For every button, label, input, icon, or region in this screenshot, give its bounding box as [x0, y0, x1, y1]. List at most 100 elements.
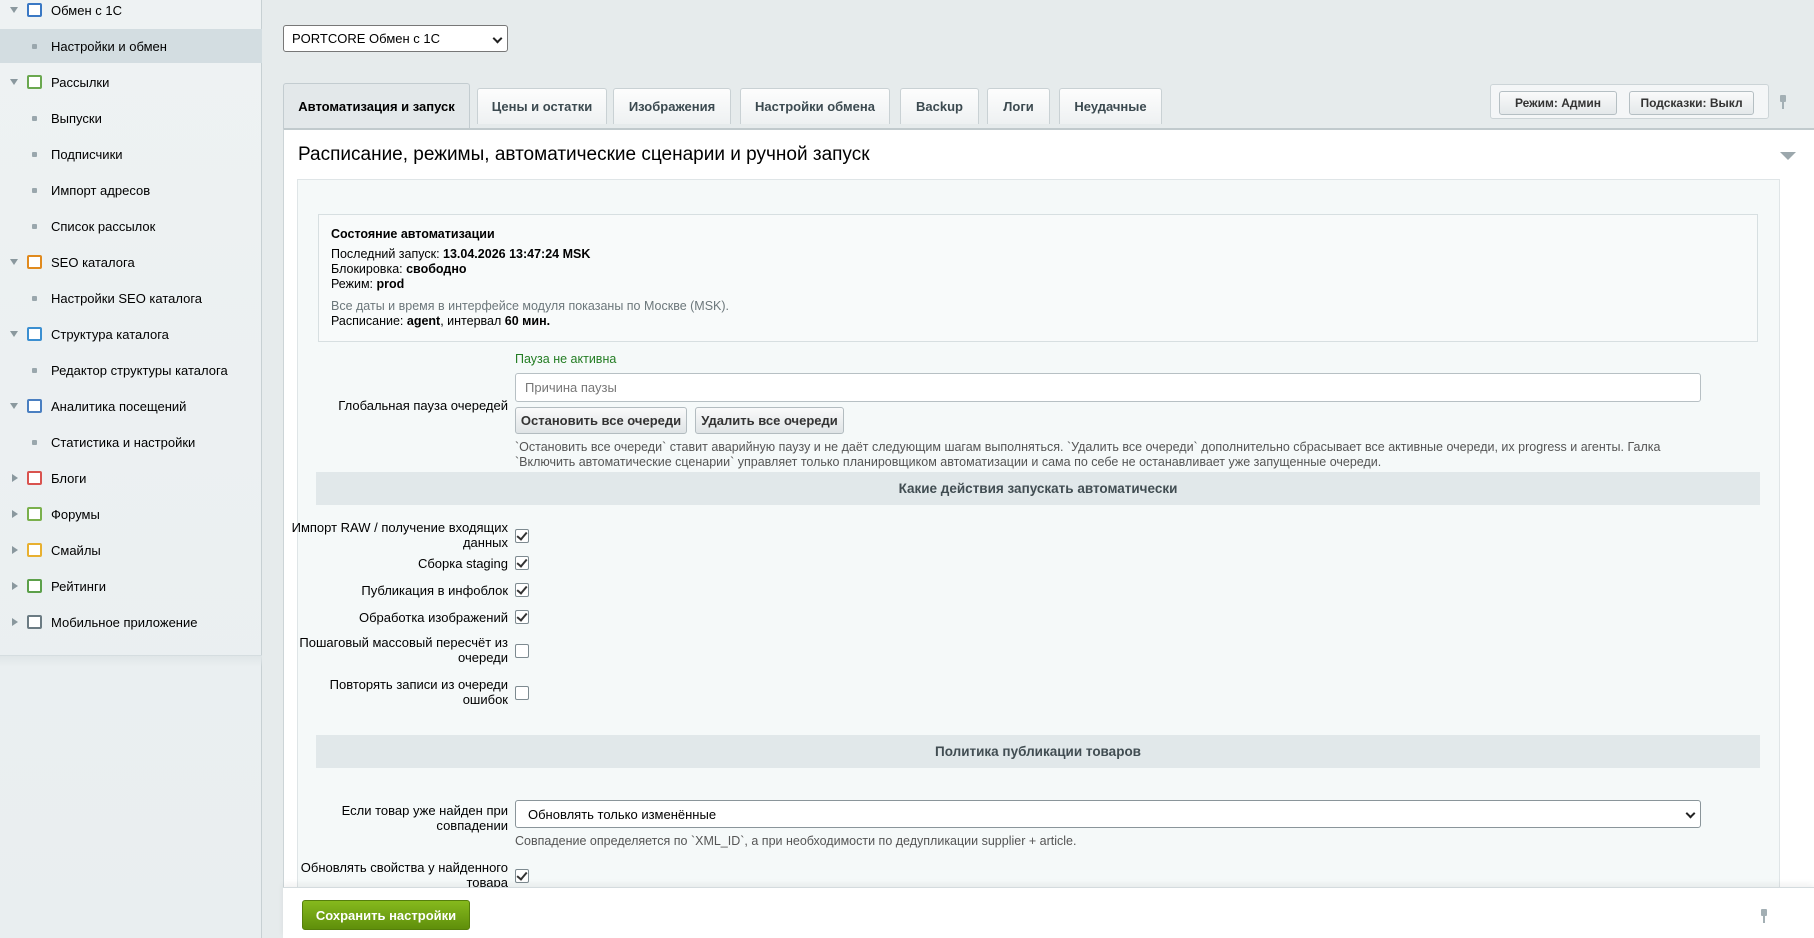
analytics-icon	[27, 399, 42, 413]
auto-retry-checkbox[interactable]	[515, 686, 529, 700]
lock-value: свободно	[406, 262, 467, 276]
expand-down-icon[interactable]	[10, 259, 18, 265]
status-title: Состояние автоматизации	[331, 227, 495, 241]
sidebar-item-label: Список рассылок	[51, 218, 156, 234]
schedule-label: Расписание:	[331, 314, 407, 328]
sidebar-item[interactable]: Статистика и настройки	[0, 425, 262, 459]
sidebar-item[interactable]: Рейтинги	[0, 569, 262, 603]
sidebar-item-label: Редактор структуры каталога	[51, 362, 228, 378]
bullet-icon	[32, 224, 37, 229]
status-schedule: Расписание: agent, интервал 60 мин.	[331, 314, 550, 328]
mode-label: Режим:	[331, 277, 377, 291]
expand-right-icon[interactable]	[12, 474, 18, 482]
sidebar-item[interactable]: Смайлы	[0, 533, 262, 567]
auto-retry-label: Повторять записи из очереди ошибок	[329, 677, 508, 707]
delete-all-queues-button[interactable]: Удалить все очереди	[695, 407, 844, 434]
sidebar-item-label: Настройки и обмен	[51, 38, 167, 54]
collapse-icon[interactable]	[1780, 152, 1796, 160]
bullet-icon	[32, 368, 37, 373]
sidebar-item[interactable]: Рассылки	[0, 65, 262, 99]
auto-staging-label: Сборка staging	[417, 556, 508, 571]
sidebar-item[interactable]: Настройки SEO каталога	[0, 281, 262, 315]
expand-right-icon[interactable]	[12, 582, 18, 590]
auto-publish-checkbox[interactable]	[515, 583, 529, 597]
expand-right-icon[interactable]	[12, 618, 18, 626]
sidebar-item[interactable]: Обмен с 1С	[0, 0, 262, 27]
pause-note-line-2: `Включить автоматические сценарии` управ…	[515, 455, 1382, 469]
profile-select[interactable]: PORTCORE Обмен с 1С	[283, 25, 508, 52]
tab-automation[interactable]: Автоматизация и запуск	[283, 83, 470, 129]
found-item-select[interactable]: Обновлять только изменённые	[515, 800, 1701, 828]
hints-toggle-button[interactable]: Подсказки: Выкл	[1629, 91, 1754, 115]
sidebar-item-label: Статистика и настройки	[51, 434, 196, 450]
main-area: PORTCORE Обмен с 1С Автоматизация и запу…	[263, 0, 1814, 938]
sidebar-item[interactable]: Мобильное приложение	[0, 605, 262, 639]
sidebar-item[interactable]: Выпуски	[0, 101, 262, 135]
sidebar-item[interactable]: Структура каталога	[0, 317, 262, 351]
pause-state: Пауза не активна	[515, 352, 617, 366]
expand-down-icon[interactable]	[10, 79, 18, 85]
sidebar-item[interactable]: Аналитика посещений	[0, 389, 262, 423]
forum-icon	[27, 507, 42, 521]
sidebar-item-label: Настройки SEO каталога	[51, 290, 203, 306]
sidebar-item-label: Подписчики	[51, 146, 123, 162]
pause-reason-placeholder: Причина паузы	[525, 380, 617, 395]
mode-admin-button[interactable]: Режим: Админ	[1499, 91, 1617, 115]
sidebar-item[interactable]: Блоги	[0, 461, 262, 495]
stop-all-queues-button[interactable]: Остановить все очереди	[515, 407, 687, 434]
tab-images[interactable]: Изображения	[613, 88, 731, 124]
update-props-label: Обновлять свойства у найденного товара	[300, 860, 508, 890]
structure-icon	[27, 327, 42, 341]
auto-images-checkbox[interactable]	[515, 610, 529, 624]
save-settings-button[interactable]: Сохранить настройки	[302, 900, 470, 930]
sidebar-item[interactable]: Импорт адресов	[0, 173, 262, 207]
expand-down-icon[interactable]	[10, 403, 18, 409]
expand-right-icon[interactable]	[12, 546, 18, 554]
sidebar-item[interactable]: Настройки и обмен	[0, 29, 262, 63]
tab-backup[interactable]: Backup	[900, 88, 979, 124]
schedule-interval: 60 мин.	[504, 314, 551, 328]
update-props-checkbox[interactable]	[515, 869, 529, 883]
tab-failed[interactable]: Неудачные	[1059, 88, 1162, 124]
pause-reason-input[interactable]: Причина паузы	[515, 373, 1701, 402]
schedule-agent: agent	[406, 314, 441, 328]
automation-status-box: Состояние автоматизации Последний запуск…	[318, 214, 1758, 342]
sidebar-item[interactable]: SEO каталога	[0, 245, 262, 279]
sidebar-item[interactable]: Список рассылок	[0, 209, 262, 243]
footer-pin-icon[interactable]	[1758, 909, 1770, 923]
auto-staging-checkbox[interactable]	[515, 556, 529, 570]
sidebar-item-label: Форумы	[51, 506, 100, 522]
status-mode: Режим: prod	[331, 277, 404, 291]
auto-recalc-checkbox[interactable]	[515, 644, 529, 658]
sidebar-item[interactable]: Подписчики	[0, 137, 262, 171]
schedule-mid: , интервал	[440, 314, 505, 328]
last-run-value: 13.04.2026 13:47:24 MSK	[443, 247, 591, 261]
sidebar-item-label: Структура каталога	[51, 326, 169, 342]
publish-policy-heading: Политика публикации товаров	[316, 735, 1760, 768]
seo-search-icon	[27, 255, 42, 269]
expand-down-icon[interactable]	[10, 331, 18, 337]
panel-title: Расписание, режимы, автоматические сцена…	[298, 144, 870, 165]
blog-icon	[27, 471, 42, 485]
bullet-icon	[32, 116, 37, 121]
bullet-icon	[32, 188, 37, 193]
expand-down-icon[interactable]	[10, 7, 18, 13]
sidebar-item-label: Рейтинги	[51, 578, 106, 594]
expand-right-icon[interactable]	[12, 510, 18, 518]
tab-logs[interactable]: Логи	[987, 88, 1050, 124]
sidebar-item[interactable]: Форумы	[0, 497, 262, 531]
tab-exchange-settings[interactable]: Настройки обмена	[740, 88, 890, 124]
sidebar-item[interactable]: Редактор структуры каталога	[0, 353, 262, 387]
timezone-note: Все даты и время в интерфейсе модуля пок…	[331, 299, 730, 313]
found-item-select-value: Обновлять только изменённые	[528, 806, 717, 822]
pin-icon[interactable]	[1777, 95, 1789, 109]
mail-icon	[27, 75, 42, 89]
pause-note: `Остановить все очереди` ставит аварийну…	[515, 440, 1745, 470]
sidebar-item-label: Мобильное приложение	[51, 614, 198, 630]
global-pause-label: Глобальная пауза очередей	[338, 398, 508, 413]
footer-bar: Сохранить настройки	[283, 887, 1814, 938]
auto-import-raw-label: Импорт RAW / получение входящих данных	[291, 520, 508, 550]
auto-import-raw-checkbox[interactable]	[515, 529, 529, 543]
sidebar-item-label: Аналитика посещений	[51, 398, 187, 414]
tab-prices[interactable]: Цены и остатки	[477, 88, 607, 124]
